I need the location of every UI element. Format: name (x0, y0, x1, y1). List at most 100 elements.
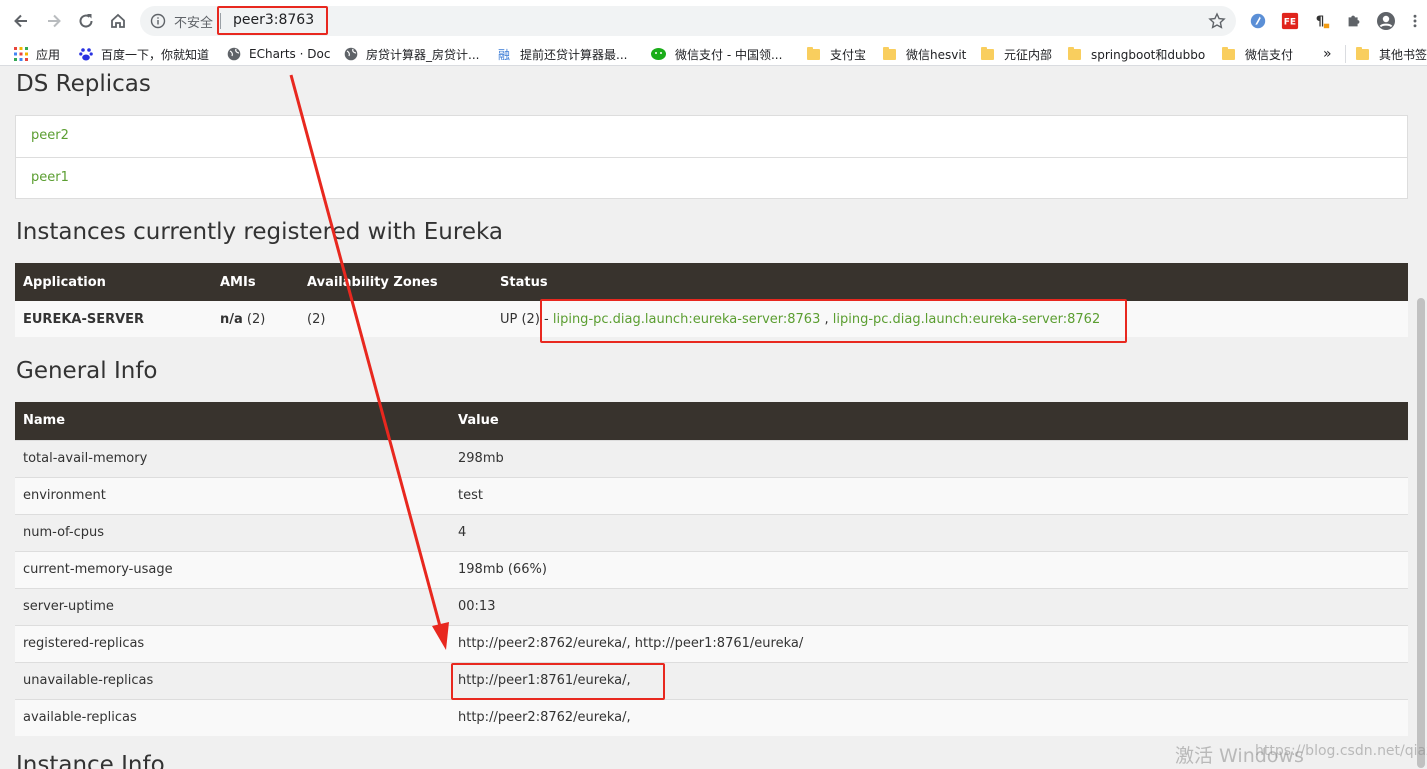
svg-text:FE: FE (1284, 18, 1296, 28)
column-header: Status (492, 263, 1408, 301)
bookmark-label: 微信支付 (1245, 47, 1294, 62)
home-button[interactable] (105, 8, 131, 34)
arrow-right-icon (48, 14, 61, 28)
folder-icon (1068, 46, 1081, 60)
svg-text:融: 融 (498, 48, 510, 61)
extensions-puzzle-icon[interactable] (1344, 11, 1364, 31)
application-name: EUREKA-SERVER (15, 301, 212, 337)
windows-activation-watermark: 激活 Windows https://blog.csdn.net/qiazlip… (1175, 741, 1427, 768)
instances-title: Instances currently registered with Eure… (16, 219, 503, 245)
bookmark-label: 其他书签 (1379, 47, 1427, 62)
bookmark-label: 房贷计算器_房贷计... (366, 47, 480, 62)
svg-text:¶: ¶ (1316, 14, 1325, 30)
bookmark-baidu[interactable]: 百度一下，你就知道 (79, 45, 209, 63)
amis-cell: n/a (2) (212, 301, 299, 337)
folder-icon (807, 46, 820, 60)
info-value: 4 (450, 513, 1408, 551)
menu-kebab-icon[interactable] (1405, 11, 1425, 31)
ds-replicas-list: peer2 peer1 (15, 115, 1408, 199)
bookmark-folder-alipay[interactable]: 支付宝 (807, 45, 866, 63)
info-value: 298mb (450, 439, 1408, 477)
general-info-title: General Info (16, 358, 158, 384)
table-row: num-of-cpus 4 (15, 513, 1408, 551)
page-content: DS Replicas peer2 peer1 Instances curren… (0, 66, 1427, 769)
general-info-table: Name Value total-avail-memory 298mb envir… (15, 402, 1408, 736)
insecure-label: 不安全 (174, 16, 214, 31)
wechat-icon (651, 48, 666, 60)
replica-link-peer2[interactable]: peer2 (16, 116, 1407, 157)
table-row: available-replicas http://peer2:8762/eure… (15, 698, 1408, 736)
bookmark-label: 元征内部 (1004, 47, 1053, 62)
table-row: registered-replicas http://peer2:8762/eur… (15, 624, 1408, 662)
browser-toolbar: 不安全 peer3:8763 FE ¶ (0, 0, 1427, 42)
info-value: http://peer2:8762/eureka/, (450, 698, 1408, 736)
table-header-row: Application AMIs Availability Zones Stat… (15, 263, 1408, 301)
extension-blue-icon[interactable] (1248, 11, 1268, 31)
bookmarks-overflow-button[interactable]: » (1323, 45, 1332, 63)
arrow-left-icon (14, 14, 27, 28)
bookmark-other[interactable]: 其他书签 (1345, 45, 1427, 63)
watermark-overlay-url: https://blog.csdn.net/qiazliping (1255, 743, 1427, 759)
column-header: AMIs (212, 263, 299, 301)
apps-grid-icon (14, 47, 28, 61)
bookmark-folder-springboot[interactable]: springboot和dubbo (1068, 45, 1205, 63)
bookmark-label: 应用 (36, 47, 61, 62)
bookmark-prepay-calc[interactable]: 融 提前还贷计算器最... (498, 45, 627, 63)
baidu-paw-icon (79, 48, 93, 61)
bookmark-mortgage-calc[interactable]: 房贷计算器_房贷计... (344, 45, 479, 63)
folder-icon (883, 46, 896, 60)
info-name: available-replicas (15, 698, 450, 736)
back-button[interactable] (8, 8, 34, 34)
bookmark-echarts[interactable]: ECharts · Doc (227, 45, 330, 63)
bookmark-label: 微信hesvit (906, 47, 967, 62)
bookmark-label: 提前还贷计算器最... (520, 47, 628, 62)
info-value: 198mb (66%) (450, 550, 1408, 588)
page-scrollbar[interactable] (1417, 298, 1425, 768)
table-row: total-avail-memory 298mb (15, 439, 1408, 477)
table-row: current-memory-usage 198mb (66%) (15, 550, 1408, 588)
column-header: Application (15, 263, 212, 301)
bookmark-label: ECharts · Doc (249, 47, 331, 61)
info-name: registered-replicas (15, 624, 450, 662)
extension-pilcrow-icon[interactable]: ¶ (1312, 11, 1332, 31)
info-icon[interactable] (150, 13, 166, 29)
bookmark-label: 支付宝 (830, 47, 867, 62)
info-name: server-uptime (15, 587, 450, 625)
column-header: Value (450, 402, 1408, 440)
bookmark-apps[interactable]: 应用 (14, 45, 60, 63)
table-row: environment test (15, 476, 1408, 514)
replica-link-peer1[interactable]: peer1 (16, 157, 1407, 198)
rong-icon: 融 (498, 47, 512, 61)
bookmark-folder-internal[interactable]: 元征内部 (981, 45, 1052, 63)
info-name: num-of-cpus (15, 513, 450, 551)
info-name: unavailable-replicas (15, 661, 450, 699)
annotation-box-url (217, 6, 328, 35)
info-name: environment (15, 476, 450, 514)
reload-button[interactable] (73, 8, 99, 34)
home-icon (111, 13, 125, 28)
table-row: unavailable-replicas http://peer1:8761/eu… (15, 661, 1408, 699)
info-name: total-avail-memory (15, 439, 450, 477)
profile-avatar-icon[interactable] (1376, 11, 1396, 31)
extension-fe-icon[interactable]: FE (1280, 11, 1300, 31)
annotation-box-unavailable (451, 663, 665, 700)
bookmark-wechat-pay[interactable]: 微信支付 - 中国领... (650, 45, 782, 63)
bookmark-folder-wechat-hesvit[interactable]: 微信hesvit (883, 45, 966, 63)
info-value: 00:13 (450, 587, 1408, 625)
forward-button[interactable] (41, 8, 67, 34)
globe-icon (227, 47, 241, 61)
zones-cell: (2) (299, 301, 492, 337)
bookmarks-bar: 应用 百度一下，你就知道 ECharts · Doc 房贷计算器_房贷计... … (0, 42, 1427, 66)
bookmark-star-icon[interactable] (1208, 12, 1226, 30)
info-value: http://peer2:8762/eureka/, http://peer1:… (450, 624, 1408, 662)
bookmark-folder-wechat-pay[interactable]: 微信支付 (1222, 45, 1293, 63)
bookmark-label: 百度一下，你就知道 (101, 47, 210, 62)
table-row: server-uptime 00:13 (15, 587, 1408, 625)
folder-icon (981, 46, 994, 60)
info-value: test (450, 476, 1408, 514)
overflow-chevron-icon: » (1323, 46, 1332, 62)
folder-icon (1356, 46, 1369, 60)
ds-replicas-title: DS Replicas (16, 71, 151, 97)
amis-count: (2) (242, 311, 266, 327)
globe-icon (344, 47, 358, 61)
